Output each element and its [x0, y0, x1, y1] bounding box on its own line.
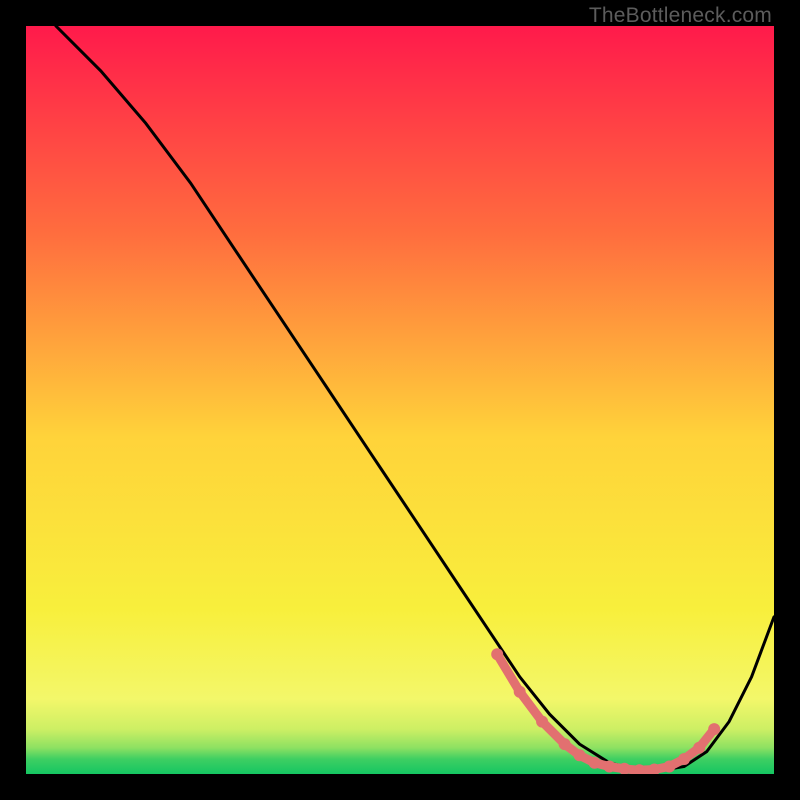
valley-dot: [603, 761, 615, 773]
valley-dot: [514, 686, 526, 698]
valley-dot: [708, 723, 720, 735]
valley-dot: [693, 742, 705, 754]
valley-dot: [491, 648, 503, 660]
valley-dot: [589, 757, 601, 769]
gradient-background: [26, 26, 774, 774]
valley-dot: [559, 738, 571, 750]
chart-frame: [26, 26, 774, 774]
watermark-text: TheBottleneck.com: [589, 4, 772, 28]
valley-dot: [574, 749, 586, 761]
bottleneck-chart: [26, 26, 774, 774]
valley-dot: [663, 761, 675, 773]
valley-dot: [536, 716, 548, 728]
valley-dot: [678, 753, 690, 765]
